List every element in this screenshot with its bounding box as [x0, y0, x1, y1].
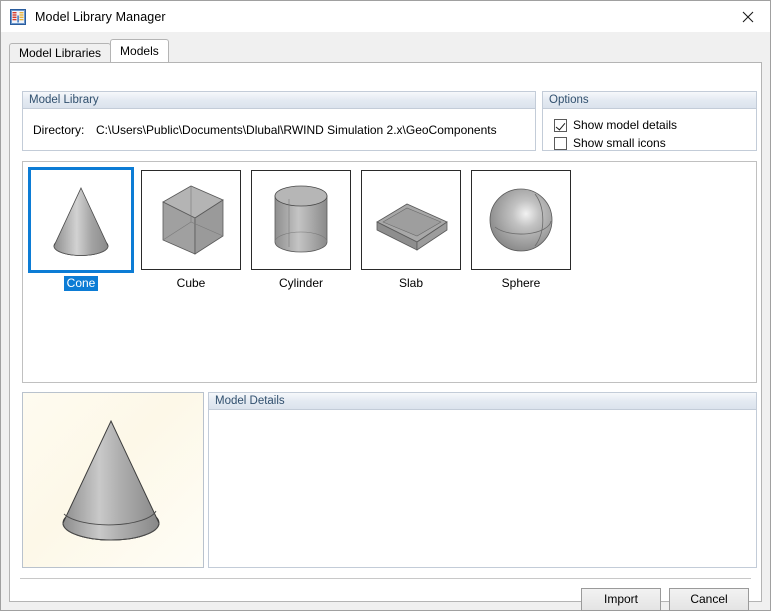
title-bar: Model Library Manager [1, 1, 770, 32]
window-title: Model Library Manager [35, 9, 166, 24]
footer-separator [20, 578, 751, 579]
model-item-cube[interactable]: Cube [136, 165, 246, 291]
options-group-header: Options [543, 92, 756, 109]
model-item-slab-frame [358, 167, 464, 273]
model-item-cube-frame [138, 167, 244, 273]
model-details-content [209, 410, 756, 567]
model-item-cylinder-thumbnail [251, 170, 351, 270]
import-button[interactable]: Import [581, 588, 661, 611]
sphere-icon [489, 188, 553, 252]
model-item-cone[interactable]: Cone [26, 165, 136, 291]
cone-preview-icon [62, 419, 160, 541]
model-thumbnail-list[interactable]: Cone Cube Cylinder Slab Sphere [22, 161, 757, 383]
model-item-slab-label: Slab [398, 276, 424, 290]
model-details-group: Model Details [208, 392, 757, 568]
model-library-manager-window: Model Library Manager Model Libraries Mo… [0, 0, 771, 611]
model-item-cone-label: Cone [63, 276, 99, 291]
cylinder-icon [274, 185, 328, 253]
model-thumbnail-row: Cone Cube Cylinder Slab Sphere [23, 162, 756, 291]
model-item-sphere-thumbnail [471, 170, 571, 270]
cancel-button[interactable]: Cancel [669, 588, 749, 611]
model-item-sphere-frame [468, 167, 574, 273]
slab-icon [376, 203, 448, 251]
model-item-sphere-label: Sphere [501, 276, 541, 290]
model-details-group-header: Model Details [209, 393, 756, 410]
model-item-cylinder-label: Cylinder [278, 276, 323, 290]
directory-value: C:\Users\Public\Documents\Dlubal\RWIND S… [96, 123, 497, 137]
model-item-slab[interactable]: Slab [356, 165, 466, 291]
checkbox-show-model-details[interactable]: Show model details [554, 118, 677, 132]
model-library-group: Model Library Directory: C:\Users\Public… [22, 91, 536, 151]
library-table-icon [10, 8, 26, 25]
directory-row: Directory: C:\Users\Public\Documents\Dlu… [33, 123, 497, 137]
tab-page-models: Model Library Directory: C:\Users\Public… [9, 62, 762, 611]
cube-icon [162, 185, 224, 255]
tab-model-libraries[interactable]: Model Libraries [9, 43, 112, 62]
model-item-cylinder-frame [248, 167, 354, 273]
close-button[interactable] [725, 1, 770, 32]
model-item-cone-thumbnail [31, 170, 131, 270]
dialog-content: Model Libraries Models Model Library Dir… [1, 32, 770, 611]
directory-label: Directory: [33, 123, 85, 137]
model-item-sphere[interactable]: Sphere [466, 165, 576, 291]
model-item-cube-label: Cube [176, 276, 206, 290]
checkbox-show-small-icons-label: Show small icons [573, 136, 666, 150]
model-preview-panel [22, 392, 204, 568]
model-library-group-header: Model Library [23, 92, 535, 109]
model-item-cylinder[interactable]: Cylinder [246, 165, 356, 291]
options-group: Options Show model details Show small ic… [542, 91, 757, 151]
checkbox-unchecked-icon [554, 136, 567, 150]
cone-icon [53, 187, 109, 256]
checkbox-show-model-details-label: Show model details [573, 118, 678, 132]
checkbox-show-small-icons[interactable]: Show small icons [554, 136, 666, 150]
model-item-slab-thumbnail [361, 170, 461, 270]
model-item-cone-frame [28, 167, 134, 273]
model-item-cube-thumbnail [141, 170, 241, 270]
footer-button-group: Import Cancel [581, 588, 749, 611]
tab-models[interactable]: Models [110, 39, 169, 62]
tab-strip: Model Libraries Models [9, 39, 169, 62]
checkbox-checked-icon [554, 118, 567, 132]
